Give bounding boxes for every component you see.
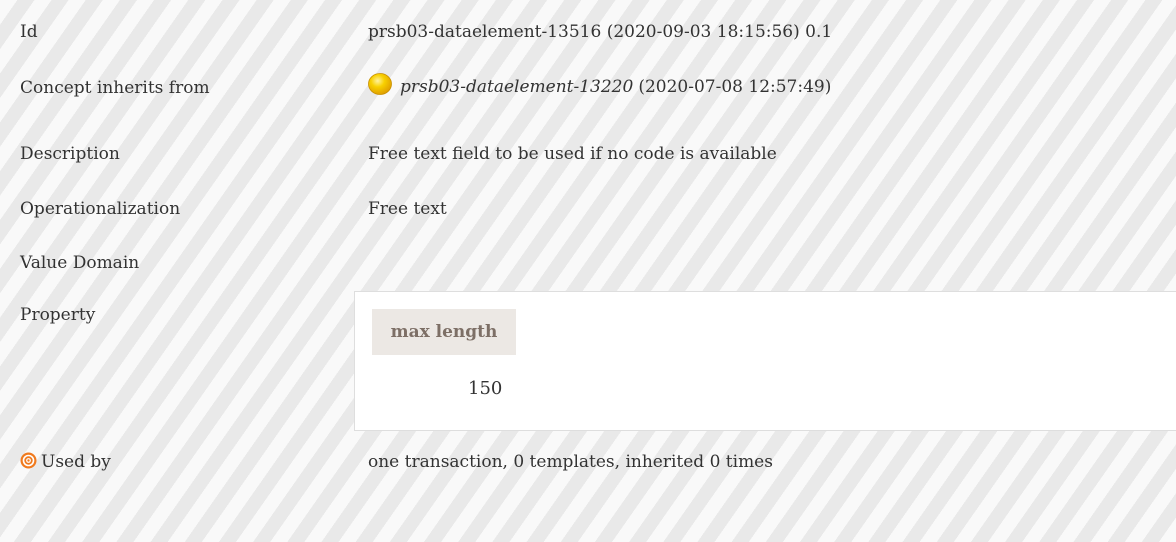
property-header-max-length: max length: [372, 309, 516, 355]
property-label: Property: [20, 305, 96, 325]
concept-inherits-label: Concept inherits from: [20, 78, 210, 98]
description-value: Free text field to be used if no code is…: [368, 144, 777, 164]
used-by-label-wrap: Used by: [20, 452, 111, 472]
used-by-label: Used by: [41, 452, 111, 472]
operationalization-value: Free text: [368, 199, 447, 219]
property-table: max length 150: [354, 291, 1176, 431]
id-label: Id: [20, 22, 38, 42]
used-by-value: one transaction, 0 templates, inherited …: [368, 452, 773, 472]
concept-inherits-value: prsb03-dataelement-13220 (2020-07-08 12:…: [368, 73, 831, 97]
description-label: Description: [20, 144, 120, 164]
property-value-max-length: 150: [468, 378, 503, 399]
value-domain-label: Value Domain: [20, 253, 140, 273]
concept-inherits-link[interactable]: prsb03-dataelement-13220: [400, 77, 633, 97]
concept-inherits-date: (2020-07-08 12:57:49): [638, 77, 832, 97]
yellow-circle-icon: [368, 73, 392, 95]
operationalization-label: Operationalization: [20, 199, 181, 219]
target-icon: [20, 452, 37, 469]
id-value: prsb03-dataelement-13516 (2020-09-03 18:…: [368, 22, 833, 42]
